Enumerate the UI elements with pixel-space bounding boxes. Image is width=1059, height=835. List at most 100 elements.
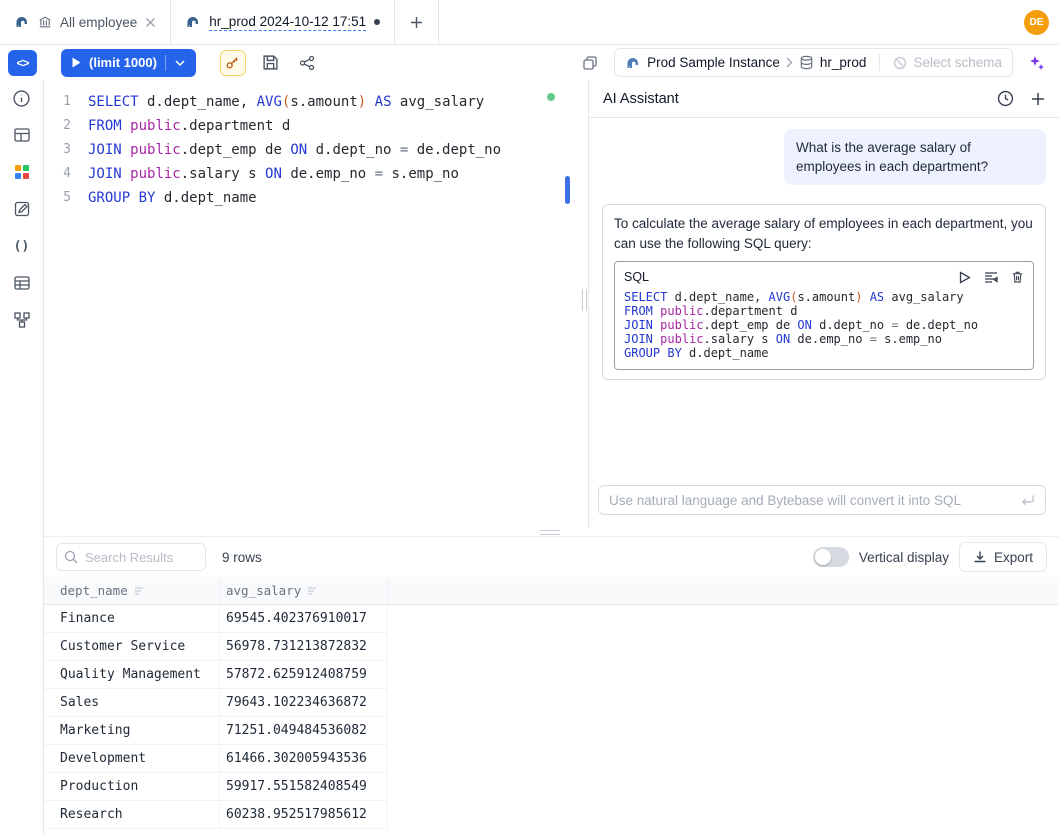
vertical-display-toggle[interactable]: [813, 547, 849, 567]
search-results-input[interactable]: [56, 543, 206, 571]
tab-bar: All employee hr_prod 2024-10-12 17:51 DE: [0, 0, 1059, 45]
info-icon[interactable]: [11, 88, 33, 108]
database-icon: [799, 55, 814, 70]
insert-code-icon[interactable]: [984, 271, 998, 284]
postgres-icon: [625, 55, 641, 71]
chevron-right-icon: [786, 57, 793, 68]
cell-dept-name: Marketing: [44, 717, 220, 744]
sparkle-icon: [1028, 54, 1046, 72]
line-number: 3: [44, 138, 88, 162]
cell-avg-salary: 79643.102234636872: [220, 689, 388, 716]
export-button[interactable]: Export: [959, 542, 1047, 572]
column-label: avg_salary: [226, 583, 301, 598]
share-icon: [299, 55, 315, 71]
sheet-edit-icon[interactable]: [11, 199, 33, 219]
line-number: 5: [44, 186, 88, 210]
table-row[interactable]: Sales79643.102234636872: [44, 689, 388, 717]
ai-code-line: GROUP BY d.dept_name: [624, 346, 1024, 360]
database-name: hr_prod: [820, 55, 867, 70]
new-tab-button[interactable]: [395, 0, 439, 44]
close-icon[interactable]: [145, 17, 156, 28]
table-row[interactable]: Development61466.302005943536: [44, 745, 388, 773]
search-results-box: [56, 543, 206, 571]
splitter-grip-icon: [540, 530, 560, 535]
column-header-dept-name[interactable]: dept_name: [44, 577, 220, 604]
table-row[interactable]: Quality Management57872.625912408759: [44, 661, 388, 689]
tab-label: hr_prod 2024-10-12 17:51: [209, 14, 366, 31]
toggle-knob: [815, 549, 831, 565]
assistant-message: To calculate the average salary of emplo…: [602, 204, 1046, 380]
table-row[interactable]: Customer Service56978.731213872832: [44, 633, 388, 661]
tables-icon[interactable]: [11, 125, 33, 145]
status-dot: [547, 93, 555, 101]
er-diagram-icon[interactable]: [11, 310, 33, 330]
ai-prompt-input[interactable]: [609, 493, 1020, 508]
ai-code-line: JOIN public.dept_emp de ON d.dept_no = d…: [624, 318, 1024, 332]
user-message: What is the average salary of employees …: [784, 129, 1046, 185]
table-detail-icon[interactable]: [11, 273, 33, 293]
code-line: 5GROUP BY d.dept_name: [44, 186, 580, 210]
duplicate-connection-button[interactable]: [577, 50, 603, 76]
sort-icon[interactable]: [134, 586, 145, 596]
sort-icon[interactable]: [307, 586, 318, 596]
table-row[interactable]: Production59917.551582408549: [44, 773, 388, 801]
tab-all-employee[interactable]: All employee: [0, 0, 171, 44]
code-line: 2FROM public.department d: [44, 114, 580, 138]
table-row[interactable]: Finance69545.402376910017: [44, 605, 388, 633]
cell-avg-salary: 59917.551582408549: [220, 773, 388, 800]
tab-label: All employee: [60, 15, 137, 30]
horizontal-splitter[interactable]: [44, 528, 1059, 536]
sql-editor[interactable]: 1SELECT d.dept_name, AVG(s.amount) AS av…: [44, 80, 580, 528]
table-row[interactable]: Research60238.952517985612: [44, 801, 388, 829]
copy-icon: [582, 55, 598, 71]
code-line: 3JOIN public.dept_emp de ON d.dept_no = …: [44, 138, 580, 162]
run-code-icon[interactable]: [959, 271, 971, 284]
ai-code-line: SELECT d.dept_name, AVG(s.amount) AS avg…: [624, 290, 1024, 304]
left-sidebar: (): [0, 80, 44, 835]
instance-name: Prod Sample Instance: [647, 55, 780, 70]
row-count-label: 9 rows: [222, 550, 262, 565]
schema-diagram-icon[interactable]: [11, 162, 33, 182]
run-query-button[interactable]: (limit 1000): [61, 49, 196, 77]
save-icon: [262, 54, 279, 71]
header-filler: [388, 577, 1059, 604]
assistant-message-text: To calculate the average salary of emplo…: [614, 214, 1034, 254]
ai-code-lines: SELECT d.dept_name, AVG(s.amount) AS avg…: [624, 290, 1024, 360]
new-chat-plus-icon[interactable]: [1031, 92, 1045, 106]
download-icon: [973, 550, 987, 564]
tab-hr-prod[interactable]: hr_prod 2024-10-12 17:51: [171, 0, 395, 44]
cell-avg-salary: 57872.625912408759: [220, 661, 388, 688]
share-button[interactable]: [294, 50, 320, 76]
ai-code-line: JOIN public.salary s ON de.emp_no = s.em…: [624, 332, 1024, 346]
cell-dept-name: Production: [44, 773, 220, 800]
cell-avg-salary: 56978.731213872832: [220, 633, 388, 660]
line-number: 1: [44, 90, 88, 114]
cell-avg-salary: 61466.302005943536: [220, 745, 388, 772]
brackets-icon[interactable]: (): [11, 236, 33, 256]
delete-icon[interactable]: [1011, 270, 1024, 284]
avatar[interactable]: DE: [1024, 10, 1049, 35]
history-clock-icon[interactable]: [997, 90, 1014, 107]
vertical-splitter[interactable]: [580, 80, 588, 528]
line-number: 2: [44, 114, 88, 138]
project-icon: [38, 15, 52, 29]
editor-scrollbar[interactable]: [565, 176, 570, 204]
ai-assistant-title: AI Assistant: [603, 91, 679, 107]
select-schema-placeholder[interactable]: Select schema: [913, 55, 1002, 70]
code-panel-toggle-button[interactable]: <>: [8, 50, 37, 76]
admin-mode-button[interactable]: [220, 50, 246, 76]
table-row[interactable]: Marketing71251.049484536082: [44, 717, 388, 745]
save-button[interactable]: [258, 50, 284, 76]
ai-assistant-header: AI Assistant: [589, 80, 1059, 118]
cell-dept-name: Customer Service: [44, 633, 220, 660]
column-header-avg-salary[interactable]: avg_salary: [220, 577, 388, 604]
cell-dept-name: Finance: [44, 605, 220, 632]
ai-code-line: FROM public.department d: [624, 304, 1024, 318]
ai-sparkle-button[interactable]: [1024, 50, 1050, 76]
chevron-down-icon[interactable]: [165, 55, 185, 71]
cell-dept-name: Sales: [44, 689, 220, 716]
export-label: Export: [994, 550, 1033, 565]
code-language-label: SQL: [624, 267, 649, 287]
connection-selector[interactable]: Prod Sample Instance hr_prod Select sche…: [614, 48, 1013, 77]
column-label: dept_name: [60, 583, 128, 598]
